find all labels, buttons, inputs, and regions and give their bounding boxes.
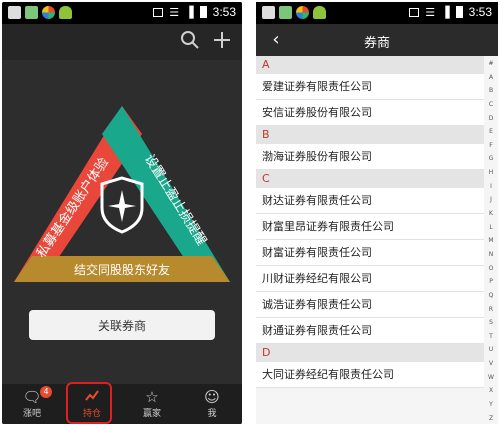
link-broker-button[interactable]: 关联券商 <box>29 310 215 340</box>
gallery-icon <box>25 6 38 19</box>
alphabet-index-bar[interactable]: # A B C D E F G H I J K L M N O P Q R S T U V W X Y Z <box>484 58 498 424</box>
nav-item-zhangba[interactable]: 🗨 4 涨吧 <box>2 384 62 424</box>
chat-icon: 🗨 <box>22 388 42 406</box>
wifi-icon: ☰ <box>169 5 180 19</box>
index-letter[interactable]: Q <box>489 292 494 299</box>
message-icon <box>262 6 275 19</box>
nav-label: 赢家 <box>142 409 161 419</box>
index-letter[interactable]: R <box>489 306 493 313</box>
status-bar: ☰ ▐ 3:53 <box>256 2 498 24</box>
list-item[interactable]: 安信证券股份有限公司 <box>256 100 484 126</box>
index-letter[interactable]: D <box>489 115 494 122</box>
list-item[interactable]: 渤海证券股份有限公司 <box>256 144 484 170</box>
index-letter[interactable]: Z <box>489 415 493 422</box>
index-letter[interactable]: M <box>488 237 493 244</box>
index-letter[interactable]: K <box>489 210 493 217</box>
index-letter[interactable]: H <box>489 169 494 176</box>
gallery-icon <box>279 6 292 19</box>
index-letter[interactable]: F <box>489 142 492 149</box>
index-letter[interactable]: N <box>489 251 494 258</box>
index-letter[interactable]: L <box>489 224 492 231</box>
status-time: 3:53 <box>468 5 492 19</box>
broker-list: A 爱建证券有限责任公司 安信证券股份有限公司 B 渤海证券股份有限公司 C 财… <box>256 56 484 388</box>
list-item[interactable]: 川财证券经纪有限公司 <box>256 266 484 292</box>
index-letter[interactable]: I <box>490 183 492 190</box>
nav-label: 我 <box>207 409 217 419</box>
list-item[interactable]: 财富里昂证券有限责任公司 <box>256 214 484 240</box>
triangle-bottom-text: 结交同股股东好友 <box>74 262 170 277</box>
list-item[interactable]: 爱建证券有限责任公司 <box>256 74 484 100</box>
add-icon[interactable] <box>210 30 234 54</box>
notification-badge: 4 <box>40 386 52 398</box>
index-letter[interactable]: S <box>489 319 493 326</box>
index-letter[interactable]: O <box>489 265 494 272</box>
status-time: 3:53 <box>212 5 236 19</box>
image-icon <box>409 7 420 17</box>
index-letter[interactable]: W <box>488 374 494 381</box>
message-icon <box>8 6 21 19</box>
app-icon <box>42 6 55 19</box>
index-letter[interactable]: B <box>489 87 493 94</box>
list-item[interactable]: 财富证券有限责任公司 <box>256 240 484 266</box>
battery-icon <box>455 6 463 18</box>
signal-icon: ▐ <box>441 5 450 19</box>
index-letter[interactable]: Y <box>489 401 493 408</box>
person-icon: ☺ <box>204 388 220 406</box>
nav-item-me[interactable]: ☺ 我 <box>182 384 242 424</box>
android-icon <box>313 6 326 19</box>
section-header-c: C <box>256 170 484 188</box>
triangle-left-text: 私募基金级账户体验 <box>33 155 112 261</box>
nav-item-winners[interactable]: ☆ 赢家 <box>122 384 182 424</box>
section-header-d: D <box>256 344 484 362</box>
section-header-b: B <box>256 126 484 144</box>
list-item[interactable]: 诚浩证券有限责任公司 <box>256 292 484 318</box>
shield-icon <box>100 176 144 234</box>
status-bar: ☰ ▐ 3:53 <box>2 2 242 24</box>
index-letter[interactable]: A <box>489 74 493 81</box>
section-header-a: A <box>256 56 484 74</box>
android-icon <box>59 6 72 19</box>
page-title: 券商 <box>363 36 390 51</box>
top-bar: ‹ 券商 <box>256 24 498 56</box>
image-icon <box>153 7 164 17</box>
battery-icon <box>199 6 207 18</box>
feature-triangle: 私募基金级账户体验 设置止盈止损提醒 结交同股股东好友 <box>14 106 230 282</box>
right-phone-screen: ☰ ▐ 3:53 ‹ 券商 A 爱建证券有限责任公司 安信证券股份有限公司 B … <box>256 2 498 424</box>
index-letter[interactable]: C <box>489 101 493 108</box>
index-letter[interactable]: X <box>489 387 493 394</box>
active-tab-highlight <box>66 382 112 424</box>
index-letter[interactable]: J <box>490 196 492 203</box>
index-letter[interactable]: E <box>489 128 493 135</box>
top-bar <box>2 24 242 60</box>
left-phone-screen: ☰ ▐ 3:53 私募基金级账户体验 设置止盈止损提醒 结交同股股东好友 关联券… <box>2 2 242 424</box>
index-letter[interactable]: U <box>489 346 493 353</box>
search-icon[interactable] <box>178 30 202 54</box>
nav-label: 涨吧 <box>22 409 41 419</box>
wifi-icon: ☰ <box>425 5 436 19</box>
list-item[interactable]: 大同证券经纪有限责任公司 <box>256 362 484 388</box>
index-letter[interactable]: T <box>489 333 493 340</box>
index-letter[interactable]: G <box>489 155 494 162</box>
bottom-nav: 🗨 4 涨吧 持仓 ☆ 赢家 ☺ 我 <box>2 384 242 424</box>
app-icon <box>296 6 309 19</box>
list-item[interactable]: 财通证券有限责任公司 <box>256 318 484 344</box>
signal-icon: ▐ <box>185 5 194 19</box>
star-icon: ☆ <box>145 388 159 406</box>
index-letter[interactable]: V <box>489 360 493 367</box>
index-letter[interactable]: P <box>489 278 493 285</box>
index-letter[interactable]: # <box>488 60 493 67</box>
list-item[interactable]: 财达证券有限责任公司 <box>256 188 484 214</box>
